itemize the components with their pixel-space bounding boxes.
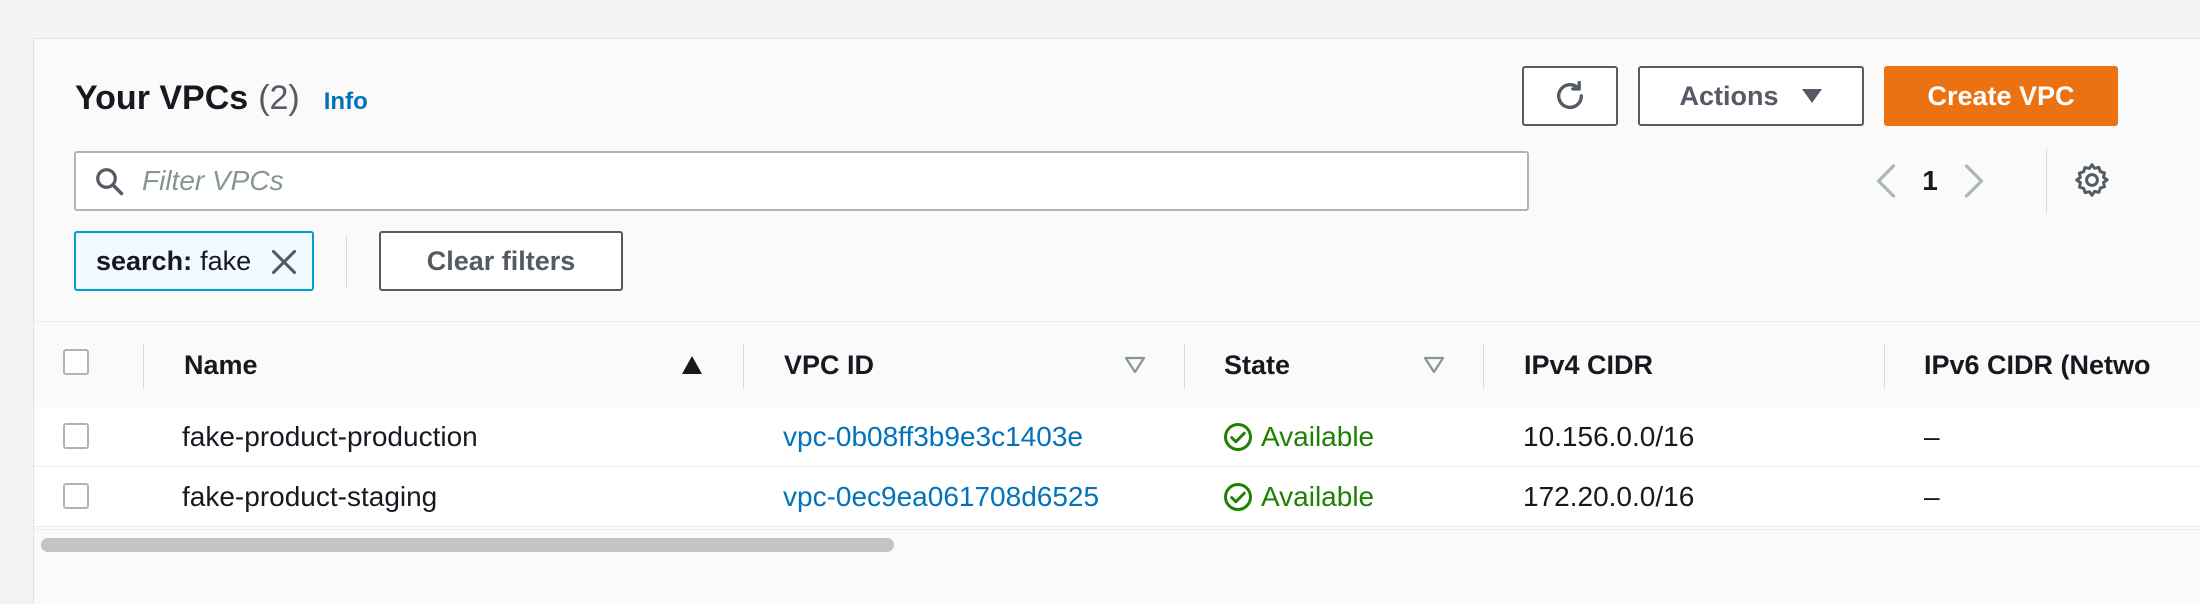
info-link[interactable]: Info (324, 88, 368, 116)
divider (346, 235, 347, 289)
horizontal-scrollbar-thumb[interactable] (41, 538, 894, 552)
filter-search-box[interactable] (74, 151, 1529, 211)
chevron-right-icon[interactable] (1960, 163, 1988, 199)
filter-token-key: search: (96, 245, 193, 276)
sort-caret-down-icon[interactable] (1423, 356, 1445, 374)
row-checkbox[interactable] (63, 483, 89, 509)
filter-token-value: fake (200, 245, 252, 276)
create-vpc-button[interactable]: Create VPC (1884, 66, 2118, 126)
ipv6-cidr: – (1924, 480, 1940, 512)
refresh-button[interactable] (1522, 66, 1618, 126)
actions-dropdown-button[interactable]: Actions (1638, 66, 1864, 126)
column-divider (143, 344, 144, 388)
column-divider (743, 344, 744, 388)
sort-caret-down-icon[interactable] (1124, 356, 1146, 374)
sort-ascending-icon[interactable] (681, 355, 703, 375)
search-icon (96, 168, 124, 196)
actions-label: Actions (1679, 80, 1779, 111)
ipv6-cidr: – (1924, 420, 1940, 452)
column-header-vpc-id[interactable]: VPC ID (784, 322, 874, 408)
current-page-number[interactable]: 1 (1900, 165, 1960, 197)
status-available-icon (1224, 422, 1252, 451)
status-badge: Available (1223, 407, 1374, 466)
status-available-icon (1224, 482, 1252, 511)
column-divider (1483, 344, 1484, 388)
vpc-table-panel: Your VPCs (2) Info Actions Create VPC 1 (33, 38, 2200, 604)
filter-token: search: fake (74, 231, 314, 291)
clear-filters-button[interactable]: Clear filters (379, 231, 623, 291)
column-header-ipv6-cidr[interactable]: IPv6 CIDR (Netwo (1924, 322, 2151, 408)
status-text: Available (1261, 480, 1375, 512)
table-row[interactable]: fake-product-staging vpc-0ec9ea061708d65… (34, 467, 2200, 527)
column-header-state[interactable]: State (1224, 322, 1290, 408)
page-title: Your VPCs (75, 79, 249, 117)
filter-input[interactable] (140, 164, 1527, 198)
column-header-ipv4-cidr[interactable]: IPv4 CIDR (1524, 322, 1653, 408)
ipv4-cidr: 10.156.0.0/16 (1523, 420, 1695, 452)
column-header-name[interactable]: Name (184, 322, 258, 408)
table-header: Name VPC ID State IPv4 CIDR IPv6 CIDR (N… (34, 321, 2200, 409)
vpc-name: fake-product-staging (182, 480, 438, 512)
select-all-checkbox[interactable] (63, 349, 89, 375)
vpc-count: (2) (258, 79, 300, 117)
refresh-icon (1556, 80, 1584, 109)
header: Your VPCs (2) Info (75, 79, 368, 118)
caret-down-icon (1801, 89, 1822, 103)
settings-gear-icon[interactable] (2074, 162, 2110, 198)
chevron-left-icon[interactable] (1872, 163, 1900, 199)
vpc-id-link[interactable]: vpc-0b08ff3b9e3c1403e (783, 407, 1083, 466)
vpc-name: fake-product-production (182, 420, 478, 452)
column-divider (1884, 344, 1885, 388)
status-text: Available (1261, 420, 1375, 452)
pagination: 1 (1872, 151, 1988, 211)
divider (2046, 149, 2047, 213)
vpc-id-link[interactable]: vpc-0ec9ea061708d6525 (783, 467, 1099, 526)
column-divider (1184, 344, 1185, 388)
ipv4-cidr: 172.20.0.0/16 (1523, 480, 1695, 512)
close-icon[interactable] (270, 248, 298, 276)
table-row[interactable]: fake-product-production vpc-0b08ff3b9e3c… (34, 407, 2200, 467)
status-badge: Available (1223, 467, 1374, 526)
row-checkbox[interactable] (63, 423, 89, 449)
